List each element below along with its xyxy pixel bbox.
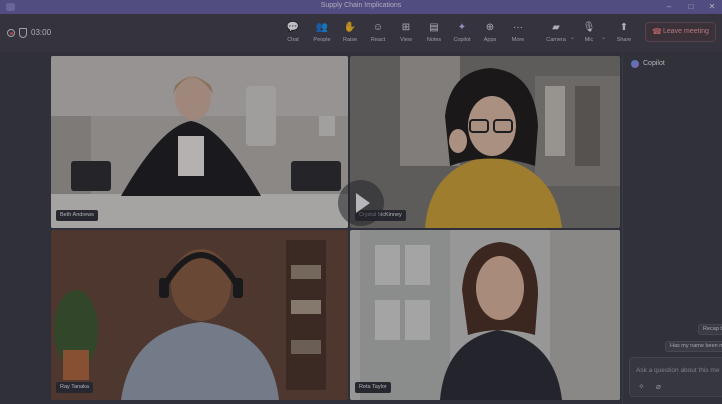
- share-button[interactable]: ⬆ Share: [610, 22, 638, 50]
- video-tile-ray-tanaka[interactable]: Ray Tanaka: [51, 230, 348, 400]
- recording-icon: [7, 29, 15, 37]
- people-icon: 👥: [315, 22, 329, 33]
- copilot-logo-icon: [631, 60, 639, 68]
- mic-options-chevron-icon[interactable]: ⌄: [601, 34, 606, 41]
- copilot-suggestion[interactable]: Has my name been m: [665, 341, 722, 352]
- notes-icon: ▤: [429, 22, 439, 33]
- attach-icon[interactable]: ⌀: [656, 382, 661, 391]
- sparkle-icon[interactable]: ✧: [638, 382, 645, 391]
- participant-video: [51, 230, 348, 400]
- more-icon: ···: [513, 22, 523, 33]
- minimize-icon[interactable]: –: [662, 1, 676, 13]
- meeting-toolbar: 03:00 💬 Chat 👥 People ✋ Raise ☺ React ⊞ …: [0, 14, 722, 52]
- title-bar: Supply Chain Implications – □ ✕: [0, 0, 722, 14]
- copilot-icon: ✦: [457, 22, 467, 33]
- copilot-input-placeholder: Ask a question about this me: [636, 367, 720, 374]
- close-icon[interactable]: ✕: [705, 1, 719, 13]
- shield-icon: [19, 28, 27, 38]
- view-button[interactable]: ⊞ View: [392, 22, 420, 50]
- hand-icon: ✋: [343, 22, 357, 33]
- more-button[interactable]: ··· More: [504, 22, 532, 50]
- copilot-ask-input[interactable]: Ask a question about this me ✧ ⌀: [629, 357, 722, 397]
- copilot-panel-title: Copilot: [643, 60, 665, 67]
- smile-icon: ☺: [372, 22, 384, 33]
- participant-name: Ray Tanaka: [56, 382, 93, 393]
- mic-icon: 🎙: [582, 22, 596, 33]
- raise-hand-button[interactable]: ✋ Raise: [336, 22, 364, 50]
- phone-hangup-icon: ☎: [652, 27, 662, 36]
- participant-video: [51, 56, 348, 228]
- chat-icon: 💬: [286, 22, 300, 33]
- people-button[interactable]: 👥 People: [308, 22, 336, 50]
- participant-name: Reta Taylor: [355, 382, 391, 393]
- copilot-button[interactable]: ✦ Copilot: [448, 22, 476, 50]
- video-tile-crystal-mckinney[interactable]: Crystal McKinney: [350, 56, 620, 228]
- grid-view-icon: ⊞: [401, 22, 411, 33]
- participant-video: [350, 230, 620, 400]
- video-tile-reta-taylor[interactable]: Reta Taylor: [350, 230, 620, 400]
- maximize-icon[interactable]: □: [684, 1, 698, 13]
- copilot-suggestion[interactable]: Recap th: [698, 324, 722, 335]
- chat-button[interactable]: 💬 Chat: [279, 22, 307, 50]
- apps-button[interactable]: ⊕ Apps: [476, 22, 504, 50]
- leave-meeting-button[interactable]: ☎ Leave meeting: [645, 22, 716, 42]
- window-title: Supply Chain Implications: [320, 2, 402, 9]
- share-icon: ⬆: [619, 22, 629, 33]
- notes-button[interactable]: ▤ Notes: [420, 22, 448, 50]
- play-button[interactable]: [338, 180, 384, 226]
- participant-name: Beth Andrews: [56, 210, 98, 221]
- participant-video: [350, 56, 620, 228]
- camera-button[interactable]: ▰ Camera: [542, 22, 570, 50]
- camera-icon: ▰: [552, 22, 560, 33]
- video-tile-beth-andrews[interactable]: Beth Andrews: [51, 56, 348, 228]
- apps-icon: ⊕: [485, 22, 495, 33]
- mic-button[interactable]: 🎙 Mic: [575, 22, 603, 50]
- meeting-timer: 03:00: [31, 28, 52, 37]
- react-button[interactable]: ☺ React: [364, 22, 392, 50]
- copilot-panel: Copilot Recap th Has my name been m Ask …: [622, 54, 722, 404]
